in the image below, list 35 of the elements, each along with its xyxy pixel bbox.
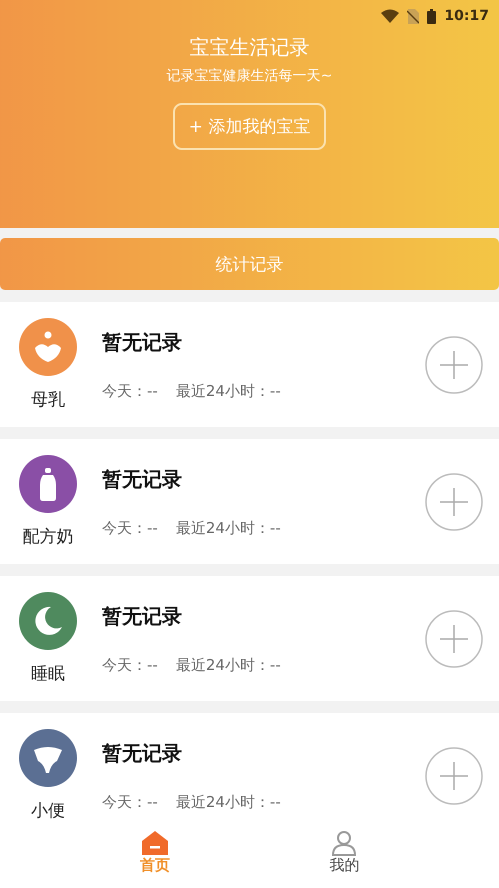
- add-record-icon[interactable]: [425, 336, 483, 394]
- app-subtitle: 记录宝宝健康生活每一天~: [166, 67, 332, 85]
- no-sim-icon: [407, 8, 420, 24]
- app-title: 宝宝生活记录: [190, 34, 310, 61]
- record-status: 暂无记录: [102, 328, 183, 356]
- moon-icon[interactable]: [19, 592, 77, 650]
- today-stat: 今天：--: [102, 382, 158, 400]
- bottle-icon[interactable]: [19, 455, 77, 513]
- today-stat: 今天：--: [102, 518, 158, 538]
- category-label: 睡眠: [31, 663, 65, 685]
- last-24h-stat: 最近24小时：--: [176, 518, 281, 538]
- profile-tab[interactable]: 我的: [329, 830, 360, 888]
- last-24h-stat: 最近24小时：--: [176, 656, 281, 674]
- last-24h-stat: 最近24小时：--: [176, 792, 281, 812]
- last-24h-stat: 最近24小时：--: [176, 382, 281, 400]
- status-time: 10:17: [444, 8, 489, 24]
- record-status: 暂无记录: [102, 466, 183, 492]
- heart-figure-icon[interactable]: [19, 318, 77, 376]
- record-status: 暂无记录: [102, 740, 183, 766]
- category-label: 母乳: [31, 389, 65, 411]
- battery-icon: [427, 8, 436, 24]
- add-baby-button[interactable]: + 添加我的宝宝: [172, 103, 326, 150]
- wifi-icon: [381, 9, 400, 23]
- statistics-button[interactable]: 统计记录: [0, 238, 499, 290]
- home-tab[interactable]: 首页: [140, 830, 170, 888]
- today-stat: 今天：--: [102, 656, 158, 674]
- category-label: 配方奶: [22, 526, 74, 548]
- today-stat: 今天：--: [102, 792, 158, 812]
- diaper-icon[interactable]: [19, 729, 77, 787]
- record-status: 暂无记录: [102, 602, 183, 630]
- add-record-icon[interactable]: [425, 610, 483, 668]
- category-label: 小便: [31, 800, 65, 822]
- add-record-icon[interactable]: [425, 746, 483, 804]
- person-icon: [330, 830, 358, 856]
- add-record-icon[interactable]: [425, 472, 483, 530]
